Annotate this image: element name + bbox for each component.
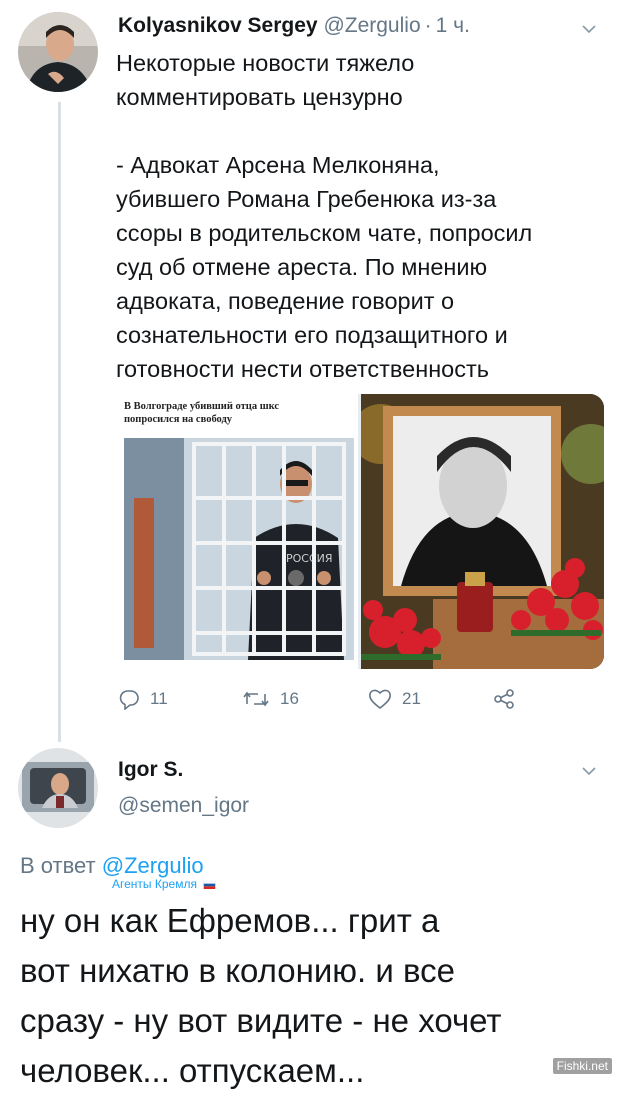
reply-author-handle[interactable]: @semen_igor [118,794,249,818]
retweet-button[interactable]: 16 [242,688,299,710]
reply-icon [119,690,139,710]
svg-text:РОССИЯ: РОССИЯ [286,552,333,565]
tweet-actions: 11 16 21 [0,688,620,714]
reply-tweet-text: ну он как Ефремов... грит а вот нихатю в… [20,902,502,1089]
heart-icon [369,689,391,710]
retweet-count: 16 [280,689,299,708]
separator-dot: · [424,14,432,37]
chevron-down-icon[interactable] [582,766,596,776]
tweet-header: Kolyasnikov Sergey @Zergulio · 1 ч. [118,14,470,38]
agent-badge: Агенты Кремля [112,877,216,891]
tweet-text: Некоторые новости тяжело комментировать … [116,50,533,382]
avatar-photo [18,12,98,92]
author-handle[interactable]: @Zergulio [323,14,420,37]
like-count: 21 [402,689,421,708]
author-avatar[interactable] [18,12,98,92]
media-image-right[interactable] [351,394,604,669]
media-image-left[interactable]: В Волгограде убивший отца шкс попросился… [116,394,358,669]
reply-to-handle[interactable]: @Zergulio [102,853,204,878]
watermark: Fishki.net [552,1058,612,1074]
retweet-icon [243,691,269,707]
chevron-down-icon[interactable] [582,24,596,34]
russian-flag-icon [203,880,216,889]
news-headline: В Волгограде убивший отца шкс попросился… [124,401,280,425]
share-button[interactable] [492,688,526,710]
reply-count: 11 [150,689,168,708]
reply-author-name[interactable]: Igor S. [118,758,183,782]
reply-context: В ответ @Zergulio [20,853,204,879]
author-name[interactable]: Kolyasnikov Sergey [118,14,318,37]
tweet-media[interactable]: В Волгограде убивший отца шкс попросился… [116,394,604,669]
like-button[interactable]: 21 [368,688,421,710]
avatar-photo [18,748,98,828]
share-icon [494,689,514,709]
tweet-timestamp[interactable]: 1 ч. [436,14,470,37]
thread-connector-line [58,102,61,742]
man-behind-bars-photo: РОССИЯ [124,438,354,660]
memorial-portrait-with-flowers-photo [351,394,604,669]
reply-author-avatar[interactable] [18,748,98,828]
reply-prefix: В ответ [20,853,96,878]
agent-badge-text: Агенты Кремля [112,877,197,891]
reply-button[interactable]: 11 [118,688,168,710]
